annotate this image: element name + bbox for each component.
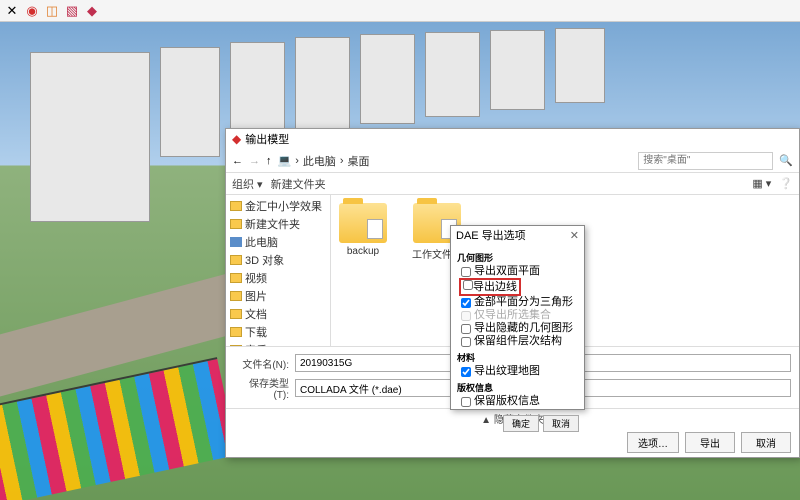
cancel-button[interactable]: 取消 <box>741 432 791 453</box>
cancel-button[interactable]: 取消 <box>543 415 579 432</box>
option-label: 仅导出所选集合 <box>474 309 551 322</box>
tree-item[interactable]: 金汇中小学效果 <box>228 197 328 215</box>
option-label: 导出纹理地图 <box>474 365 540 378</box>
folder-icon <box>230 201 242 211</box>
tree-label: 视频 <box>245 270 267 286</box>
section-material: 材料 <box>457 351 578 364</box>
building <box>30 52 150 222</box>
building <box>425 32 480 117</box>
tools-icon[interactable]: ✕ <box>4 3 20 19</box>
folder-tree[interactable]: 金汇中小学效果新建文件夹此电脑3D 对象视频图片文档下载音乐桌面本地磁盘 (C:… <box>226 195 331 346</box>
tree-label: 新建文件夹 <box>245 216 300 232</box>
nav-bar: ← → ↑ 💻 › 此电脑 › 桌面 🔍 <box>226 149 799 173</box>
tree-item[interactable]: 视频 <box>228 269 328 287</box>
options-titlebar[interactable]: DAE 导出选项 ✕ <box>451 226 584 244</box>
option-checkbox-row[interactable]: 导出双面平面 <box>457 265 578 278</box>
view-icon[interactable]: ▦ ▾ <box>752 177 771 190</box>
checkbox[interactable] <box>461 298 471 308</box>
export-button[interactable]: 导出 <box>685 432 735 453</box>
ok-button[interactable]: 确定 <box>503 415 539 432</box>
section-geometry: 几何图形 <box>457 251 578 264</box>
checkbox[interactable] <box>461 397 471 407</box>
tree-label: 3D 对象 <box>245 252 284 268</box>
option-checkbox-row[interactable]: 导出纹理地图 <box>457 365 578 378</box>
options-title: DAE 导出选项 <box>456 227 526 243</box>
new-folder-button[interactable]: 新建文件夹 <box>271 176 326 192</box>
checkbox <box>461 311 471 321</box>
building <box>555 28 605 103</box>
breadcrumb-item[interactable]: 此电脑 <box>303 153 336 169</box>
option-checkbox-row[interactable]: 金部平面分为三角形 <box>457 296 578 309</box>
tree-item[interactable]: 此电脑 <box>228 233 328 251</box>
dialog-title: 输出模型 <box>245 131 289 147</box>
building <box>230 42 285 142</box>
checkbox[interactable] <box>461 324 471 334</box>
computer-icon: 💻 <box>278 154 292 167</box>
eye-icon[interactable]: ◉ <box>24 3 40 19</box>
close-icon[interactable]: ✕ <box>570 229 579 242</box>
filetype-label: 保存类型(T): <box>234 375 289 401</box>
breadcrumb-item[interactable]: 桌面 <box>348 153 370 169</box>
folder-icon <box>339 203 387 243</box>
main-toolbar: ✕ ◉ ◫ ▧ ◆ <box>0 0 800 22</box>
option-label: 金部平面分为三角形 <box>474 296 573 309</box>
options-button[interactable]: 选项… <box>627 432 679 453</box>
tree-item[interactable]: 文档 <box>228 305 328 323</box>
search-icon[interactable]: 🔍 <box>779 154 793 167</box>
building <box>490 30 545 110</box>
folder-label: backup <box>347 246 379 257</box>
option-checkbox-row[interactable]: 保留版权信息 <box>457 395 578 408</box>
cube-icon[interactable]: ◫ <box>44 3 60 19</box>
folder-icon <box>230 255 242 265</box>
folder-icon <box>230 309 242 319</box>
option-label: 导出双面平面 <box>474 265 540 278</box>
building <box>160 47 220 157</box>
tree-label: 下载 <box>245 324 267 340</box>
nav-up-icon[interactable]: ↑ <box>266 155 272 167</box>
tree-label: 图片 <box>245 288 267 304</box>
checkbox[interactable] <box>463 280 473 290</box>
option-label: 保留组件层次结构 <box>474 335 562 348</box>
folder-item[interactable]: backup <box>339 203 387 257</box>
option-checkbox-row[interactable]: 导出边线 <box>455 278 578 296</box>
checkbox[interactable] <box>461 337 471 347</box>
tree-label: 此电脑 <box>245 234 278 250</box>
filename-label: 文件名(N): <box>234 356 289 371</box>
breadcrumb[interactable]: 💻 › 此电脑 › 桌面 <box>278 153 633 169</box>
tree-label: 金汇中小学效果 <box>245 198 322 214</box>
option-checkbox-row[interactable]: 保留组件层次结构 <box>457 335 578 348</box>
tree-item[interactable]: 3D 对象 <box>228 251 328 269</box>
folder-icon <box>230 273 242 283</box>
tree-item[interactable]: 图片 <box>228 287 328 305</box>
option-checkbox-row: 仅导出所选集合 <box>457 309 578 322</box>
building <box>295 37 350 132</box>
checkbox[interactable] <box>461 267 471 277</box>
tree-item[interactable]: 下载 <box>228 323 328 341</box>
section-credits: 版权信息 <box>457 381 578 394</box>
tree-label: 文档 <box>245 306 267 322</box>
dae-options-dialog: DAE 导出选项 ✕ 几何图形 导出双面平面导出边线金部平面分为三角形仅导出所选… <box>450 225 585 410</box>
option-label: 导出隐藏的几何图形 <box>474 322 573 335</box>
option-label: 保留版权信息 <box>474 395 540 408</box>
building <box>360 34 415 124</box>
folder-icon <box>230 327 242 337</box>
dialog-titlebar[interactable]: ◆ 输出模型 <box>226 129 799 149</box>
nav-fwd-icon[interactable]: → <box>249 155 260 167</box>
organize-menu[interactable]: 组织 ▾ <box>232 176 263 192</box>
gem-icon[interactable]: ◆ <box>84 3 100 19</box>
gift-icon[interactable]: ▧ <box>64 3 80 19</box>
checkbox[interactable] <box>461 367 471 377</box>
search-input[interactable] <box>638 152 773 170</box>
help-icon[interactable]: ❔ <box>779 177 793 190</box>
nav-back-icon[interactable]: ← <box>232 155 243 167</box>
option-checkbox-row[interactable]: 导出隐藏的几何图形 <box>457 322 578 335</box>
folder-icon <box>230 291 242 301</box>
folder-icon <box>230 219 242 229</box>
computer-icon <box>230 237 242 247</box>
option-label: 导出边线 <box>473 281 517 293</box>
app-icon: ◆ <box>232 132 241 146</box>
tree-item[interactable]: 新建文件夹 <box>228 215 328 233</box>
dialog-toolbar: 组织 ▾ 新建文件夹 ▦ ▾ ❔ <box>226 173 799 195</box>
